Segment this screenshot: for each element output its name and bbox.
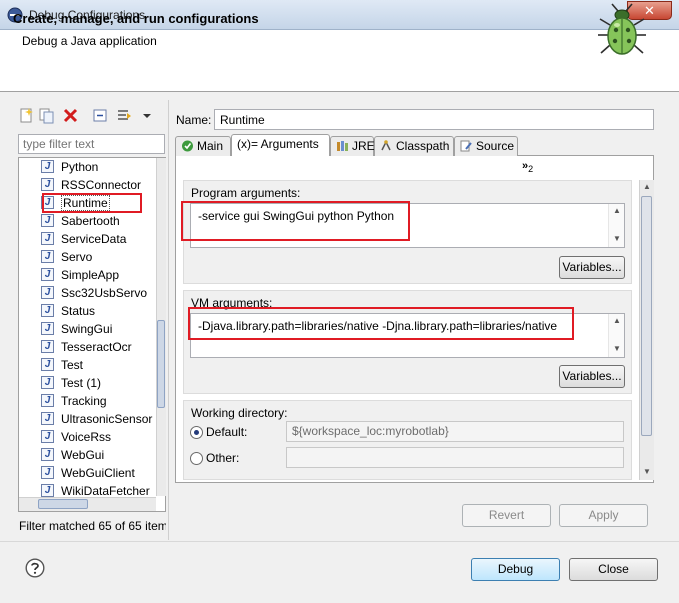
view-menu-chevron-down-icon[interactable]: [138, 107, 155, 124]
duplicate-config-icon[interactable]: [38, 107, 55, 124]
java-app-icon: J: [41, 394, 54, 407]
working-directory-label: Working directory:: [191, 406, 288, 420]
dialog-header-subtitle: Debug a Java application: [22, 34, 157, 48]
java-app-icon: J: [41, 214, 54, 227]
java-app-icon: J: [41, 376, 54, 389]
vm-arguments-group: VM arguments: -Djava.library.path=librar…: [183, 290, 632, 394]
java-app-icon: J: [41, 412, 54, 425]
name-field[interactable]: [214, 109, 654, 130]
java-app-icon: J: [41, 268, 54, 281]
runtime-highlight: [42, 193, 142, 213]
apply-button[interactable]: Apply: [559, 504, 648, 527]
close-button[interactable]: Close: [569, 558, 658, 581]
help-icon[interactable]: [25, 558, 45, 578]
config-toolbar: [14, 104, 166, 128]
vm-arguments-scrollbar[interactable]: ▲ ▼: [608, 314, 624, 357]
working-dir-other-radio[interactable]: [190, 452, 203, 465]
jre-library-icon: [337, 141, 348, 151]
program-variables-button[interactable]: Variables...: [559, 256, 625, 279]
working-directory-group: Working directory: Default: ${workspace_…: [183, 400, 632, 480]
java-app-icon: J: [41, 304, 54, 317]
working-dir-default-label: Default:: [206, 425, 248, 439]
tab-source[interactable]: Source: [454, 136, 518, 156]
vm-args-highlight: [188, 307, 574, 340]
filter-configs-icon[interactable]: [116, 107, 133, 124]
panel-sash[interactable]: [168, 100, 169, 540]
scroll-down-arrow-icon[interactable]: ▼: [613, 344, 621, 353]
program-arguments-scrollbar[interactable]: ▲ ▼: [608, 204, 624, 247]
tree-horizontal-scroll-thumb[interactable]: [38, 499, 88, 509]
delete-config-icon[interactable]: [62, 107, 79, 124]
more-tabs-chevron[interactable]: »2: [522, 160, 533, 174]
program-arguments-label: Program arguments:: [191, 186, 301, 200]
tab-classpath[interactable]: Classpath: [374, 136, 454, 156]
main-tab-icon: [182, 140, 193, 152]
content-vertical-scroll-thumb[interactable]: [641, 196, 652, 436]
java-app-icon: J: [41, 178, 54, 191]
revert-button[interactable]: Revert: [462, 504, 551, 527]
filter-status: Filter matched 65 of 65 items: [19, 519, 166, 533]
java-app-icon: J: [41, 358, 54, 371]
java-app-icon: J: [41, 430, 54, 443]
working-dir-default-field: ${workspace_loc:myrobotlab}: [286, 421, 624, 442]
debug-button[interactable]: Debug: [471, 558, 560, 581]
scroll-up-arrow-icon[interactable]: ▲: [643, 182, 651, 191]
scroll-up-arrow-icon[interactable]: ▲: [613, 206, 621, 215]
classpath-icon: [381, 140, 391, 151]
java-app-icon: J: [41, 448, 54, 461]
debug-bug-icon: [598, 3, 646, 55]
vm-variables-button[interactable]: Variables...: [559, 365, 625, 388]
scroll-down-arrow-icon[interactable]: ▼: [613, 234, 621, 243]
scroll-down-arrow-icon[interactable]: ▼: [643, 467, 651, 476]
source-icon: [460, 140, 472, 152]
scroll-up-arrow-icon[interactable]: ▲: [613, 316, 621, 325]
working-dir-other-field: [286, 447, 624, 468]
tab-main[interactable]: Main: [175, 136, 231, 156]
tree-vertical-scroll-thumb[interactable]: [157, 320, 165, 408]
name-label: Name:: [176, 113, 212, 127]
java-app-icon: J: [41, 340, 54, 353]
java-app-icon: J: [41, 322, 54, 335]
tab-jre[interactable]: JRE: [330, 136, 375, 156]
java-app-icon: J: [41, 232, 54, 245]
footer-separator: [0, 541, 679, 542]
collapse-all-icon[interactable]: [92, 107, 109, 124]
program-args-highlight: [181, 201, 410, 241]
new-config-icon[interactable]: [18, 107, 35, 124]
java-app-icon: J: [41, 466, 54, 479]
java-app-icon: J: [41, 160, 54, 173]
filter-input[interactable]: [18, 134, 165, 154]
working-dir-default-radio[interactable]: [190, 426, 203, 439]
working-dir-other-label: Other:: [206, 451, 240, 465]
java-app-icon: J: [41, 286, 54, 299]
tab-arguments[interactable]: (x)= Arguments: [231, 134, 330, 156]
java-app-icon: J: [41, 250, 54, 263]
java-app-icon: J: [41, 484, 54, 497]
dialog-header-title: Create, manage, and run configurations: [13, 11, 259, 26]
